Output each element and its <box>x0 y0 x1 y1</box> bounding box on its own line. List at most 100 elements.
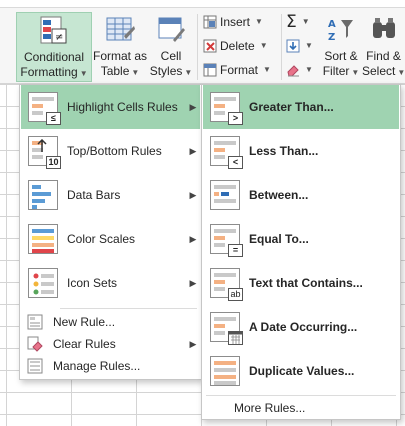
chevron-right-icon: ▶ <box>189 233 197 244</box>
find-select-label-2-row: Select ▼ <box>362 64 405 80</box>
chevron-down-icon: ▼ <box>259 41 268 50</box>
sort-filter-label-2-row: Filter ▼ <box>318 64 364 80</box>
submenu-item-less-than[interactable]: < Less Than... <box>203 129 399 173</box>
delete-cells-icon <box>203 39 217 53</box>
chevron-down-icon: ▼ <box>131 68 140 77</box>
submenu-item-label: More Rules... <box>234 401 306 415</box>
submenu-item-equal-to[interactable]: = Equal To... <box>203 217 399 261</box>
less-equal-badge-icon: ≤ <box>46 112 61 125</box>
chevron-right-icon: ▶ <box>189 189 197 200</box>
format-as-table-label-2: Table <box>100 64 130 78</box>
chevron-down-icon: ▼ <box>184 68 193 77</box>
less-than-badge-icon: < <box>228 156 243 169</box>
chevron-right-icon: ▶ <box>189 101 197 112</box>
delete-label: Delete <box>220 39 255 53</box>
binoculars-icon <box>368 14 400 46</box>
ribbon: ≠ Conditional Formatting ▼ Format as Tabl… <box>0 0 405 84</box>
menu-item-label: Clear Rules <box>53 337 116 351</box>
chevron-down-icon: ▼ <box>79 69 88 78</box>
menu-item-manage-rules[interactable]: Manage Rules... <box>21 355 200 377</box>
conditional-formatting-menu: ≤ Highlight Cells Rules ▶ 10 Top/Bottom … <box>19 84 202 380</box>
clear-button[interactable]: ▼ <box>286 60 313 80</box>
insert-button[interactable]: Insert ▼ <box>203 12 263 32</box>
chevron-down-icon: ▼ <box>255 17 263 26</box>
text-contains-icon: ab <box>210 268 243 301</box>
autosum-button[interactable]: Σ ▼ <box>286 12 310 32</box>
chevron-down-icon: ▼ <box>397 68 405 77</box>
submenu-item-label: Between... <box>249 188 309 202</box>
menu-separator <box>206 395 396 396</box>
new-rule-icon <box>27 314 43 330</box>
submenu-item-label: A Date Occurring... <box>249 320 358 334</box>
delete-button[interactable]: Delete ▼ <box>203 36 268 56</box>
data-bars-icon <box>28 180 58 210</box>
submenu-item-greater-than[interactable]: > Greater Than... <box>203 85 399 129</box>
menu-item-color-scales[interactable]: Color Scales ▶ <box>21 217 200 261</box>
chevron-right-icon: ▶ <box>189 338 197 349</box>
sort-filter-button[interactable]: A Z Sort & Filter ▼ <box>318 12 364 82</box>
conditional-formatting-label-2-row: Formatting ▼ <box>17 65 91 81</box>
insert-cells-icon <box>203 15 217 29</box>
chevron-down-icon: ▼ <box>305 65 313 74</box>
chevron-down-icon: ▼ <box>301 17 310 26</box>
cell-styles-button[interactable]: Cell Styles ▼ <box>148 12 194 82</box>
cell-styles-icon <box>155 14 187 46</box>
chevron-down-icon: ▼ <box>351 68 360 77</box>
menu-item-label: New Rule... <box>53 315 116 329</box>
menu-item-new-rule[interactable]: New Rule... <box>21 311 200 333</box>
format-as-table-button[interactable]: Format as Table ▼ <box>92 12 148 82</box>
menu-item-top-bottom-rules[interactable]: 10 Top/Bottom Rules ▶ <box>21 129 200 173</box>
svg-text:≠: ≠ <box>55 32 63 43</box>
icon-sets-icon <box>28 268 58 298</box>
find-select-button[interactable]: Find & Select ▼ <box>362 12 405 82</box>
menu-item-label: Highlight Cells Rules <box>67 100 178 114</box>
greater-than-icon: > <box>210 92 243 125</box>
format-label: Format <box>220 63 259 77</box>
ribbon-tab-strip <box>0 0 405 8</box>
insert-label: Insert <box>220 15 251 29</box>
conditional-formatting-label-2: Formatting <box>20 65 78 79</box>
chevron-down-icon: ▼ <box>305 41 313 50</box>
cell-styles-label-2-row: Styles ▼ <box>148 64 194 80</box>
chevron-right-icon: ▶ <box>189 277 197 288</box>
highlight-cells-rules-submenu: > Greater Than... < Less Than... Between… <box>201 84 401 420</box>
format-as-table-icon <box>104 14 136 46</box>
submenu-item-date-occurring[interactable]: A Date Occurring... <box>203 305 399 349</box>
sigma-icon: Σ <box>286 12 297 32</box>
manage-rules-icon <box>27 358 43 374</box>
submenu-item-more-rules[interactable]: More Rules... <box>203 397 399 419</box>
submenu-item-between[interactable]: Between... <box>203 173 399 217</box>
format-as-table-label-2-row: Table ▼ <box>92 64 148 80</box>
highlight-cells-icon: ≤ <box>28 92 61 125</box>
submenu-item-duplicate-values[interactable]: Duplicate Values... <box>203 349 399 393</box>
between-icon <box>210 180 240 210</box>
format-cells-icon <box>203 63 217 77</box>
menu-item-icon-sets[interactable]: Icon Sets ▶ <box>21 261 200 305</box>
conditional-formatting-icon: ≠ <box>38 15 70 47</box>
menu-item-label: Manage Rules... <box>53 359 141 373</box>
equal-to-icon: = <box>210 224 243 257</box>
ten-badge-icon: 10 <box>46 156 61 169</box>
chevron-right-icon: ▶ <box>189 145 197 156</box>
submenu-item-label: Text that Contains... <box>249 276 363 290</box>
duplicate-values-icon <box>210 356 240 386</box>
menu-item-highlight-cells-rules[interactable]: ≤ Highlight Cells Rules ▶ <box>21 85 200 129</box>
sort-filter-label-1: Sort & <box>324 49 358 63</box>
menu-item-label: Icon Sets <box>67 276 118 290</box>
menu-item-data-bars[interactable]: Data Bars ▶ <box>21 173 200 217</box>
submenu-item-text-contains[interactable]: ab Text that Contains... <box>203 261 399 305</box>
menu-item-label: Top/Bottom Rules <box>67 144 162 158</box>
clear-rules-icon <box>27 336 43 352</box>
sort-filter-label-2: Filter <box>322 64 350 78</box>
format-button[interactable]: Format ▼ <box>203 60 271 80</box>
conditional-formatting-button[interactable]: ≠ Conditional Formatting ▼ <box>16 12 92 82</box>
color-scales-icon <box>28 224 58 254</box>
submenu-item-label: Duplicate Values... <box>249 364 355 378</box>
menu-item-clear-rules[interactable]: Clear Rules ▶ <box>21 333 200 355</box>
svg-text:Z: Z <box>328 32 335 43</box>
menu-separator <box>60 308 197 309</box>
fill-button[interactable]: ▼ <box>286 36 313 56</box>
submenu-item-label: Equal To... <box>249 232 309 246</box>
svg-text:A: A <box>328 19 336 30</box>
eraser-icon <box>286 63 300 77</box>
